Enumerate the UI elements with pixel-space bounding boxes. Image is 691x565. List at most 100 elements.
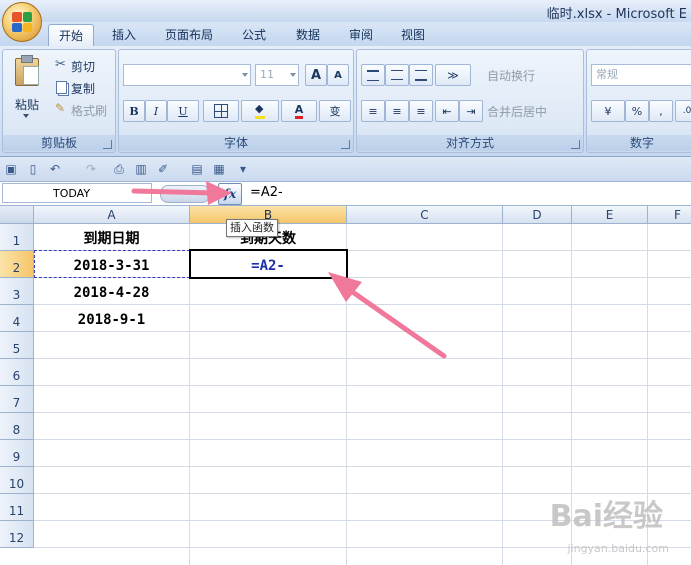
paste-label: 粘贴 xyxy=(15,98,40,112)
name-box[interactable]: TODAY xyxy=(2,183,152,203)
quick-access-toolbar: ▣ ▯ ↶ ↷ ⎙ ▥ ✐ ▤ ▦ ▾ xyxy=(0,157,691,182)
insert-function-button[interactable]: fx xyxy=(218,183,242,205)
merge-center-button[interactable]: 合并后居中 xyxy=(487,103,547,120)
row-header-11[interactable]: 11 xyxy=(0,494,34,521)
paste-button[interactable]: 粘贴 xyxy=(9,54,45,124)
column-header-e[interactable]: E xyxy=(572,206,648,224)
table-icon[interactable]: ▦ xyxy=(212,162,226,176)
tab-page-layout[interactable]: 页面布局 xyxy=(158,24,220,46)
office-button[interactable] xyxy=(2,2,42,42)
currency-button[interactable]: ¥ xyxy=(591,100,625,122)
insert-function-tooltip: 插入函数 xyxy=(226,219,278,237)
orientation-button[interactable]: ≫ xyxy=(435,64,471,86)
row-header-12[interactable]: 12 xyxy=(0,521,34,548)
row-header-4[interactable]: 4 xyxy=(0,305,34,332)
draw-icon[interactable]: ✐ xyxy=(156,162,170,176)
align-right-button[interactable]: ≡ xyxy=(409,100,433,122)
column-header-a[interactable]: A xyxy=(34,206,190,224)
italic-button[interactable]: I xyxy=(145,100,167,122)
worksheet-grid[interactable]: A B C D E F 1 2 3 4 5 6 7 8 9 10 11 12 到… xyxy=(0,206,691,565)
row-header-3[interactable]: 3 xyxy=(0,278,34,305)
font-color-button[interactable]: A xyxy=(281,100,317,122)
row-header-7[interactable]: 7 xyxy=(0,386,34,413)
row-header-10[interactable]: 10 xyxy=(0,467,34,494)
decrease-indent-icon: ⇤ xyxy=(442,104,452,118)
align-middle-button[interactable] xyxy=(385,64,409,86)
align-top-button[interactable] xyxy=(361,64,385,86)
column-header-d[interactable]: D xyxy=(503,206,572,224)
increase-indent-button[interactable]: ⇥ xyxy=(459,100,483,122)
fill-color-button[interactable]: ◆ xyxy=(241,100,279,122)
office-logo-icon xyxy=(12,12,32,32)
tab-formulas[interactable]: 公式 xyxy=(234,24,274,46)
form-icon[interactable]: ▤ xyxy=(190,162,204,176)
tab-data[interactable]: 数据 xyxy=(288,24,328,46)
row-header-8[interactable]: 8 xyxy=(0,413,34,440)
formula-bar: TODAY fx =A2- xyxy=(0,182,691,206)
align-left-button[interactable]: ≡ xyxy=(361,100,385,122)
chart-icon[interactable]: ▥ xyxy=(134,162,148,176)
font-launcher-icon[interactable] xyxy=(341,140,350,149)
cell-a4[interactable]: 2018-9-1 xyxy=(34,305,189,332)
tab-home[interactable]: 开始 xyxy=(48,24,94,47)
paint-bucket-icon: ◆ xyxy=(255,103,265,119)
save-icon[interactable]: ▣ xyxy=(4,162,18,176)
align-bottom-button[interactable] xyxy=(409,64,433,86)
baidu-watermark-url: jingyan.baidu.com xyxy=(567,542,669,555)
redo-icon[interactable]: ↷ xyxy=(84,162,98,176)
select-all-button[interactable] xyxy=(0,206,34,224)
cell-a3[interactable]: 2018-4-28 xyxy=(34,278,189,305)
chevron-down-icon xyxy=(242,73,248,77)
align-middle-icon xyxy=(391,70,403,80)
font-name-combobox[interactable] xyxy=(123,64,251,86)
clipboard-icon xyxy=(15,55,39,86)
alignment-launcher-icon[interactable] xyxy=(571,140,580,149)
number-group: 常规 ¥ % , .0 数字 xyxy=(586,49,691,153)
row-header-9[interactable]: 9 xyxy=(0,440,34,467)
borders-button[interactable] xyxy=(203,100,239,122)
underline-button[interactable]: U xyxy=(167,100,199,122)
clipboard-launcher-icon[interactable] xyxy=(103,140,112,149)
new-document-icon[interactable]: ▯ xyxy=(26,162,40,176)
ribbon: 粘贴 ✂ 剪切 复制 ✎ 格式刷 剪贴板 11 A A B I U ◆ A 变 … xyxy=(0,46,691,157)
copy-icon xyxy=(56,81,67,94)
name-box-splitter[interactable] xyxy=(160,185,210,203)
tab-insert[interactable]: 插入 xyxy=(104,24,144,46)
decrease-indent-button[interactable]: ⇤ xyxy=(435,100,459,122)
font-size-combobox[interactable]: 11 xyxy=(255,64,299,86)
paintbrush-icon: ✎ xyxy=(55,101,66,115)
formula-input[interactable]: =A2- xyxy=(244,183,689,203)
align-center-button[interactable]: ≡ xyxy=(385,100,409,122)
increase-decimal-button[interactable]: .0 xyxy=(675,100,691,122)
print-preview-icon[interactable]: ⎙ xyxy=(112,162,126,176)
cut-button[interactable]: ✂ 剪切 xyxy=(53,56,111,74)
shrink-font-button[interactable]: A xyxy=(327,64,349,86)
grow-font-button[interactable]: A xyxy=(305,64,327,86)
tab-review[interactable]: 审阅 xyxy=(341,24,381,46)
row-header-2[interactable]: 2 xyxy=(0,251,34,278)
format-painter-button[interactable]: ✎ 格式刷 xyxy=(53,100,113,118)
tab-view[interactable]: 视图 xyxy=(393,24,433,46)
column-header-f[interactable]: F xyxy=(648,206,691,224)
align-top-icon xyxy=(367,69,379,81)
gridline xyxy=(34,385,691,386)
percent-button[interactable]: % xyxy=(625,100,649,122)
bold-icon: B xyxy=(129,104,139,118)
undo-icon[interactable]: ↶ xyxy=(48,162,62,176)
phonetic-button[interactable]: 变 xyxy=(319,100,351,122)
row-header-1[interactable]: 1 xyxy=(0,224,34,251)
row-header-6[interactable]: 6 xyxy=(0,359,34,386)
comma-button[interactable]: , xyxy=(649,100,673,122)
bold-button[interactable]: B xyxy=(123,100,145,122)
customize-toolbar-icon[interactable]: ▾ xyxy=(236,162,250,176)
currency-icon: ¥ xyxy=(604,104,612,118)
wrap-text-button[interactable]: 自动换行 xyxy=(487,67,535,84)
row-header-5[interactable]: 5 xyxy=(0,332,34,359)
increase-decimal-icon: .0 xyxy=(682,106,691,116)
format-painter-label: 格式刷 xyxy=(71,104,108,118)
italic-icon: I xyxy=(153,104,159,118)
cell-a1[interactable]: 到期日期 xyxy=(34,224,189,251)
copy-button[interactable]: 复制 xyxy=(53,78,111,96)
number-format-combobox[interactable]: 常规 xyxy=(591,64,691,86)
column-header-c[interactable]: C xyxy=(347,206,503,224)
